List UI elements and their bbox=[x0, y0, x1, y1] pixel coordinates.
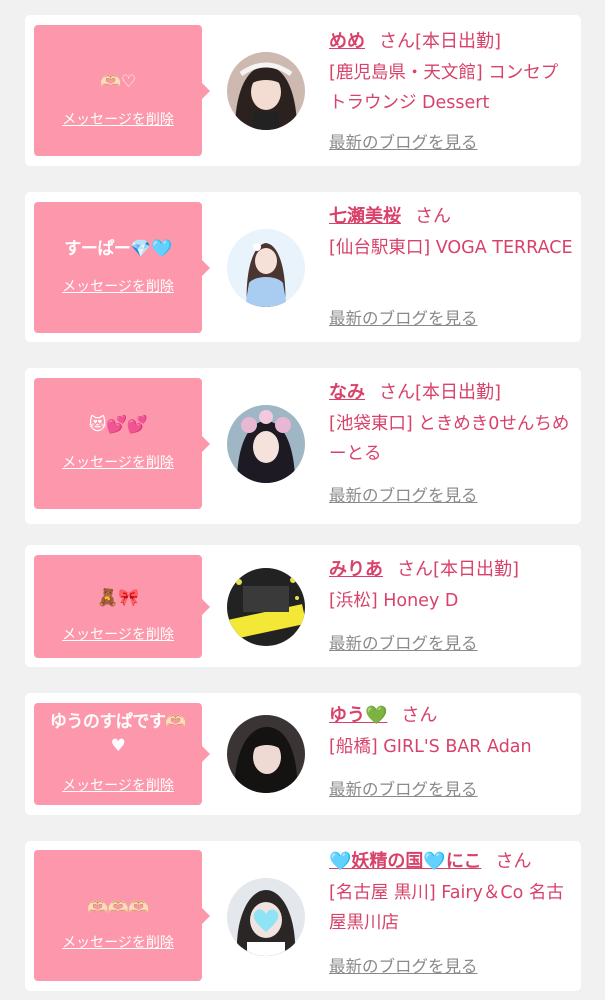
message-text: 🫶🏻♡ bbox=[100, 72, 136, 92]
message-bubble: 🫶🏻🫶🏻🫶🏻 メッセージを削除 bbox=[34, 850, 210, 981]
girl-info: ゆう💚 さん [船橋] GIRL'S BAR Adan bbox=[329, 701, 573, 762]
avatar-image bbox=[227, 229, 305, 307]
shop-name: [池袋東口] ときめき0せんちめーとる bbox=[329, 414, 570, 464]
honorific: さん bbox=[495, 851, 532, 872]
blog-row: 最新のブログを見る bbox=[329, 486, 573, 506]
avatar[interactable] bbox=[227, 52, 305, 130]
latest-blog-link[interactable]: 最新のブログを見る bbox=[329, 309, 478, 329]
shop-name: [仙台駅東口] VOGA TERRACE bbox=[329, 238, 573, 258]
blog-row: 最新のブログを見る bbox=[329, 780, 573, 800]
message-card: 🫶🏻♡ メッセージを削除 めめ さん[本日出勤] [鹿児島県・天文館] コンセプト… bbox=[25, 15, 581, 166]
avatar[interactable] bbox=[227, 568, 305, 646]
blog-row: 最新のブログを見る bbox=[329, 957, 573, 977]
delete-message-link[interactable]: メッセージを削除 bbox=[34, 278, 202, 296]
girl-name-link[interactable]: ゆう💚 bbox=[329, 705, 387, 726]
blog-row: 最新のブログを見る bbox=[329, 634, 573, 654]
message-text: すーぱー💎🩵 bbox=[64, 239, 172, 259]
girl-name-link[interactable]: めめ bbox=[329, 31, 365, 52]
message-card: 🧸🎀 メッセージを削除 みりあ さん[本日出勤] [浜松] Honey D 最新の… bbox=[25, 545, 581, 667]
avatar[interactable] bbox=[227, 715, 305, 793]
latest-blog-link[interactable]: 最新のブログを見る bbox=[329, 486, 478, 506]
message-bubble: すーぱー💎🩵 メッセージを削除 bbox=[34, 202, 210, 333]
honorific: さん bbox=[401, 705, 438, 726]
message-text: 🧸🎀 bbox=[97, 588, 139, 608]
avatar-image bbox=[227, 878, 305, 956]
girl-name-link[interactable]: みりあ bbox=[329, 559, 383, 580]
shop-name: [浜松] Honey D bbox=[329, 591, 459, 611]
working-today-badge: [本日出勤] bbox=[415, 31, 502, 52]
avatar-image bbox=[227, 52, 305, 130]
delete-message-link[interactable]: メッセージを削除 bbox=[34, 777, 202, 795]
shop-name: [船橋] GIRL'S BAR Adan bbox=[329, 737, 532, 757]
message-bubble: 🫶🏻♡ メッセージを削除 bbox=[34, 25, 210, 156]
girl-name-link[interactable]: 七瀬美桜 bbox=[329, 206, 401, 227]
avatar[interactable] bbox=[227, 229, 305, 307]
message-bubble: ゆうのすぱです🫶🏻 ♥ メッセージを削除 bbox=[34, 703, 210, 805]
avatar[interactable] bbox=[227, 405, 305, 483]
avatar[interactable] bbox=[227, 878, 305, 956]
girl-name-link[interactable]: 🩵妖精の国🩵にこ bbox=[329, 851, 481, 872]
shop-name: [鹿児島県・天文館] コンセプトラウンジ Dessert bbox=[329, 63, 559, 113]
honorific: さん bbox=[379, 31, 415, 52]
message-card: ゆうのすぱです🫶🏻 ♥ メッセージを削除 ゆう💚 さん [船橋] GIRL'S B… bbox=[25, 693, 581, 815]
message-card: 🫶🏻🫶🏻🫶🏻 メッセージを削除 🩵妖精の国🩵にこ さん [名古屋 黒川] Fair… bbox=[25, 841, 581, 991]
latest-blog-link[interactable]: 最新のブログを見る bbox=[329, 133, 478, 153]
delete-message-link[interactable]: メッセージを削除 bbox=[34, 934, 202, 952]
latest-blog-link[interactable]: 最新のブログを見る bbox=[329, 957, 478, 977]
girl-info: みりあ さん[本日出勤] [浜松] Honey D bbox=[329, 555, 573, 616]
working-today-badge: [本日出勤] bbox=[415, 382, 502, 403]
girl-info: 七瀬美桜 さん [仙台駅東口] VOGA TERRACE bbox=[329, 202, 573, 263]
blog-row: 最新のブログを見る bbox=[329, 133, 573, 153]
working-today-badge: [本日出勤] bbox=[433, 559, 520, 580]
blog-row: 最新のブログを見る bbox=[329, 309, 573, 329]
honorific: さん bbox=[397, 559, 433, 580]
delete-message-link[interactable]: メッセージを削除 bbox=[34, 454, 202, 472]
girl-name-link[interactable]: なみ bbox=[329, 382, 365, 403]
latest-blog-link[interactable]: 最新のブログを見る bbox=[329, 634, 478, 654]
girl-info: なみ さん[本日出勤] [池袋東口] ときめき0せんちめーとる bbox=[329, 378, 573, 469]
shop-name: [名古屋 黒川] Fairy＆Co 名古屋黒川店 bbox=[329, 883, 564, 933]
message-text: 😻💕💕 bbox=[88, 415, 148, 435]
girl-info: 🩵妖精の国🩵にこ さん [名古屋 黒川] Fairy＆Co 名古屋黒川店 bbox=[329, 847, 573, 938]
avatar-image bbox=[227, 568, 305, 646]
avatar-image bbox=[227, 405, 305, 483]
girl-info: めめ さん[本日出勤] [鹿児島県・天文館] コンセプトラウンジ Dessert bbox=[329, 27, 573, 118]
message-text: ゆうのすぱです🫶🏻 ♥ bbox=[49, 712, 187, 756]
message-card: 😻💕💕 メッセージを削除 なみ さん[本日出勤] [池袋東口] ときめき0せんちめ… bbox=[25, 368, 581, 524]
latest-blog-link[interactable]: 最新のブログを見る bbox=[329, 780, 478, 800]
delete-message-link[interactable]: メッセージを削除 bbox=[34, 626, 202, 644]
delete-message-link[interactable]: メッセージを削除 bbox=[34, 111, 202, 129]
message-card: すーぱー💎🩵 メッセージを削除 七瀬美桜 さん [仙台駅東口] VOGA TERR… bbox=[25, 192, 581, 342]
honorific: さん bbox=[415, 206, 451, 227]
avatar-image bbox=[227, 715, 305, 793]
message-bubble: 🧸🎀 メッセージを削除 bbox=[34, 555, 210, 658]
message-text: 🫶🏻🫶🏻🫶🏻 bbox=[86, 898, 150, 918]
message-bubble: 😻💕💕 メッセージを削除 bbox=[34, 378, 210, 509]
honorific: さん bbox=[379, 382, 415, 403]
